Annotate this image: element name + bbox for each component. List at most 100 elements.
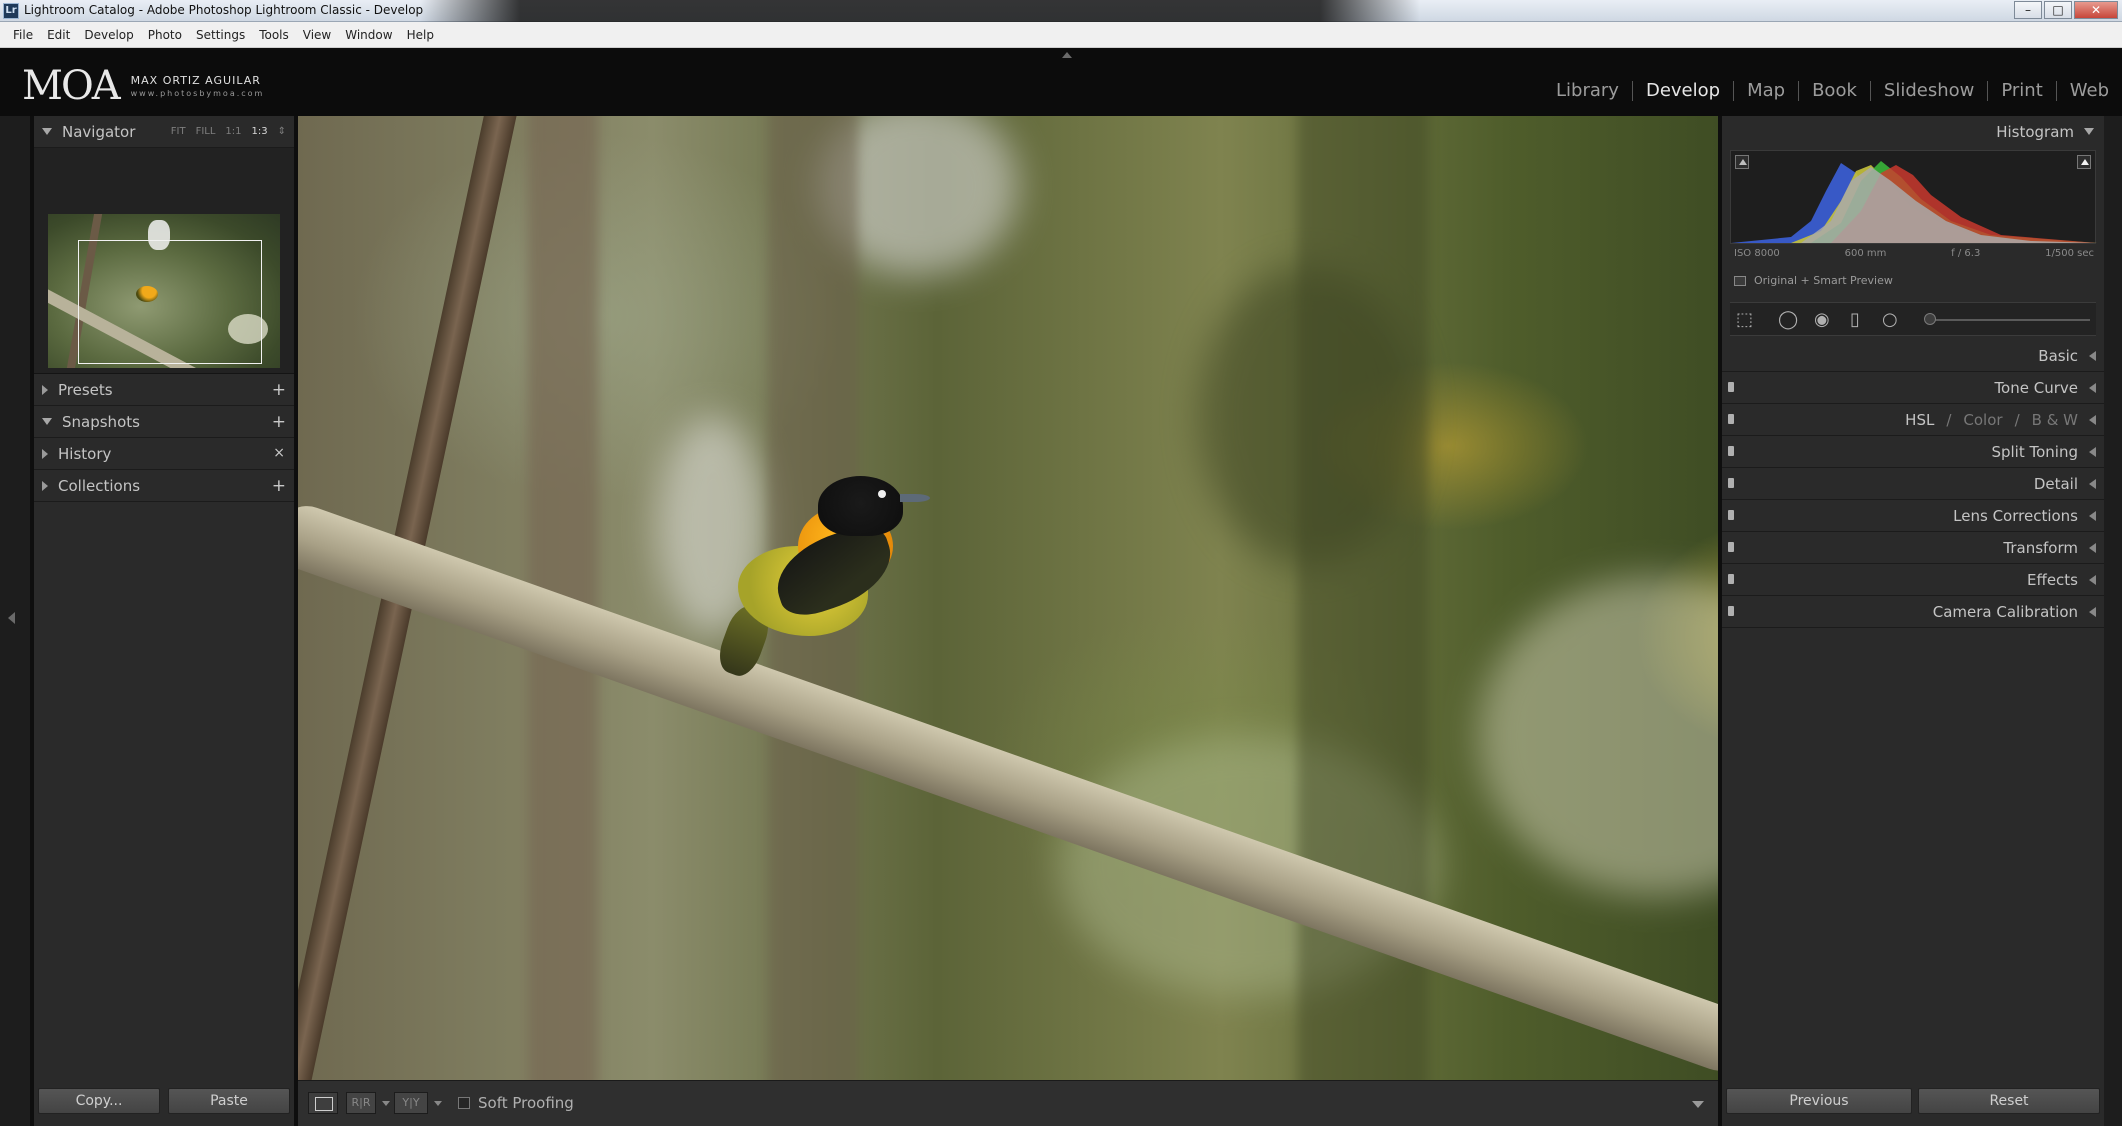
left-panel-edge[interactable]	[0, 116, 30, 1126]
expand-left-icon	[2089, 351, 2096, 361]
clear-history-icon[interactable]: ×	[273, 445, 285, 461]
menu-photo[interactable]: Photo	[141, 28, 189, 42]
menu-file[interactable]: File	[6, 28, 40, 42]
highlight-clipping-icon[interactable]	[2077, 155, 2091, 169]
menu-edit[interactable]: Edit	[40, 28, 77, 42]
copy-button[interactable]: Copy...	[38, 1088, 160, 1114]
panel-toggle-switch[interactable]	[1728, 542, 1734, 552]
color-tab[interactable]: Color	[1963, 411, 2002, 429]
expand-left-icon	[2089, 479, 2096, 489]
collapse-left-panel-icon[interactable]	[8, 612, 15, 624]
shadow-clipping-icon[interactable]	[1735, 155, 1749, 169]
red-eye-icon[interactable]: ◉	[1814, 311, 1830, 329]
panel-toggle-switch[interactable]	[1728, 414, 1734, 424]
panel-transform[interactable]: Transform	[1722, 532, 2104, 564]
module-book[interactable]: Book	[1799, 80, 1870, 101]
panel-toggle-switch[interactable]	[1728, 606, 1734, 616]
previous-button[interactable]: Previous	[1726, 1088, 1912, 1114]
panel-tone-curve[interactable]: Tone Curve	[1722, 372, 2104, 404]
zoom-1-3[interactable]: 1:3	[252, 126, 268, 137]
exif-info: ISO 8000 600 mm f / 6.3 1/500 sec	[1734, 248, 2094, 259]
swap-before-after-button[interactable]: Y|Y	[394, 1092, 428, 1114]
module-map[interactable]: Map	[1734, 80, 1798, 101]
panel-toggle-switch[interactable]	[1728, 478, 1734, 488]
histogram-graph[interactable]	[1730, 150, 2097, 244]
module-web[interactable]: Web	[2057, 80, 2122, 101]
lightroom-app-icon: Lr	[3, 3, 19, 19]
presets-header[interactable]: Presets +	[34, 374, 294, 406]
panel-lens-corrections[interactable]: Lens Corrections	[1722, 500, 2104, 532]
taskbar-strip	[420, 0, 1420, 22]
panel-hsl[interactable]: HSL / Color / B & W	[1722, 404, 2104, 436]
history-title: History	[58, 444, 112, 463]
menu-view[interactable]: View	[296, 28, 338, 42]
maximize-button[interactable]: □	[2044, 1, 2072, 19]
bird-eye	[878, 490, 886, 498]
menu-help[interactable]: Help	[400, 28, 441, 42]
before-after-dropdown-icon[interactable]	[382, 1101, 390, 1106]
minimize-button[interactable]: –	[2014, 1, 2042, 19]
panel-effects-label: Effects	[2027, 571, 2078, 589]
toolbar-menu-icon[interactable]	[1692, 1101, 1704, 1108]
exif-aperture: f / 6.3	[1951, 248, 1981, 259]
brush-slider-knob[interactable]	[1924, 313, 1936, 325]
navigator-view-frame[interactable]	[78, 240, 262, 364]
panel-camera-calibration[interactable]: Camera Calibration	[1722, 596, 2104, 628]
collapse-top-panel-icon[interactable]	[1062, 52, 1072, 58]
logo-name: MAX ORTIZ AGUILAR	[130, 74, 261, 87]
loupe-view-button[interactable]	[308, 1092, 338, 1114]
soft-proofing-toggle[interactable]: Soft Proofing	[458, 1094, 574, 1112]
preview-status[interactable]: Original + Smart Preview	[1734, 274, 1893, 287]
menu-develop[interactable]: Develop	[77, 28, 140, 42]
histogram-title: Histogram	[1996, 123, 2074, 141]
menu-settings[interactable]: Settings	[189, 28, 252, 42]
crop-tool-icon[interactable]: ⬚	[1736, 311, 1753, 329]
navigator-zoom-options: FIT FILL 1:1 1:3 ⇕	[171, 126, 286, 137]
spot-removal-icon[interactable]: ◯	[1778, 311, 1798, 329]
close-button[interactable]: ✕	[2074, 1, 2118, 19]
radial-filter-icon[interactable]: ○	[1882, 311, 1898, 329]
panel-effects[interactable]: Effects	[1722, 564, 2104, 596]
histogram-header[interactable]: Histogram	[1722, 116, 2104, 148]
expand-left-icon	[2089, 415, 2096, 425]
bw-tab[interactable]: B & W	[2032, 411, 2078, 429]
menu-tools[interactable]: Tools	[252, 28, 296, 42]
photo-bird	[713, 476, 930, 681]
navigator-thumbnail[interactable]	[48, 214, 280, 368]
panel-toggle-switch[interactable]	[1728, 510, 1734, 520]
panel-basic[interactable]: Basic	[1722, 340, 2104, 372]
before-after-view-button[interactable]: R|R	[346, 1092, 376, 1114]
zoom-1-1[interactable]: 1:1	[225, 126, 241, 137]
module-library[interactable]: Library	[1543, 80, 1632, 101]
brush-slider-track[interactable]	[1926, 319, 2090, 321]
panel-detail[interactable]: Detail	[1722, 468, 2104, 500]
navigator-header[interactable]: Navigator FIT FILL 1:1 1:3 ⇕	[34, 116, 294, 148]
panel-toggle-switch[interactable]	[1728, 446, 1734, 456]
menu-window[interactable]: Window	[338, 28, 399, 42]
paste-button[interactable]: Paste	[168, 1088, 290, 1114]
zoom-fill[interactable]: FILL	[196, 126, 216, 137]
right-panel-edge[interactable]	[2104, 116, 2122, 1126]
collections-header[interactable]: Collections +	[34, 470, 294, 502]
add-preset-icon[interactable]: +	[272, 380, 286, 400]
expand-left-icon	[2089, 543, 2096, 553]
panel-split-toning-label: Split Toning	[1991, 443, 2078, 461]
module-print[interactable]: Print	[1988, 80, 2055, 101]
snapshots-header[interactable]: Snapshots +	[34, 406, 294, 438]
panel-toggle-switch[interactable]	[1728, 382, 1734, 392]
panel-toggle-switch[interactable]	[1728, 574, 1734, 584]
reset-button[interactable]: Reset	[1918, 1088, 2100, 1114]
develop-image-view[interactable]	[298, 116, 1718, 1080]
zoom-fit[interactable]: FIT	[171, 126, 186, 137]
graduated-filter-icon[interactable]: ▯	[1850, 311, 1860, 329]
hsl-tab[interactable]: HSL	[1905, 411, 1934, 429]
module-develop[interactable]: Develop	[1633, 80, 1733, 101]
zoom-stepper-icon[interactable]: ⇕	[278, 126, 286, 137]
module-slideshow[interactable]: Slideshow	[1871, 80, 1987, 101]
soft-proofing-checkbox[interactable]	[458, 1097, 470, 1109]
panel-split-toning[interactable]: Split Toning	[1722, 436, 2104, 468]
copy-settings-dropdown-icon[interactable]	[434, 1101, 442, 1106]
history-header[interactable]: History ×	[34, 438, 294, 470]
add-snapshot-icon[interactable]: +	[272, 412, 286, 432]
add-collection-icon[interactable]: +	[272, 476, 286, 496]
